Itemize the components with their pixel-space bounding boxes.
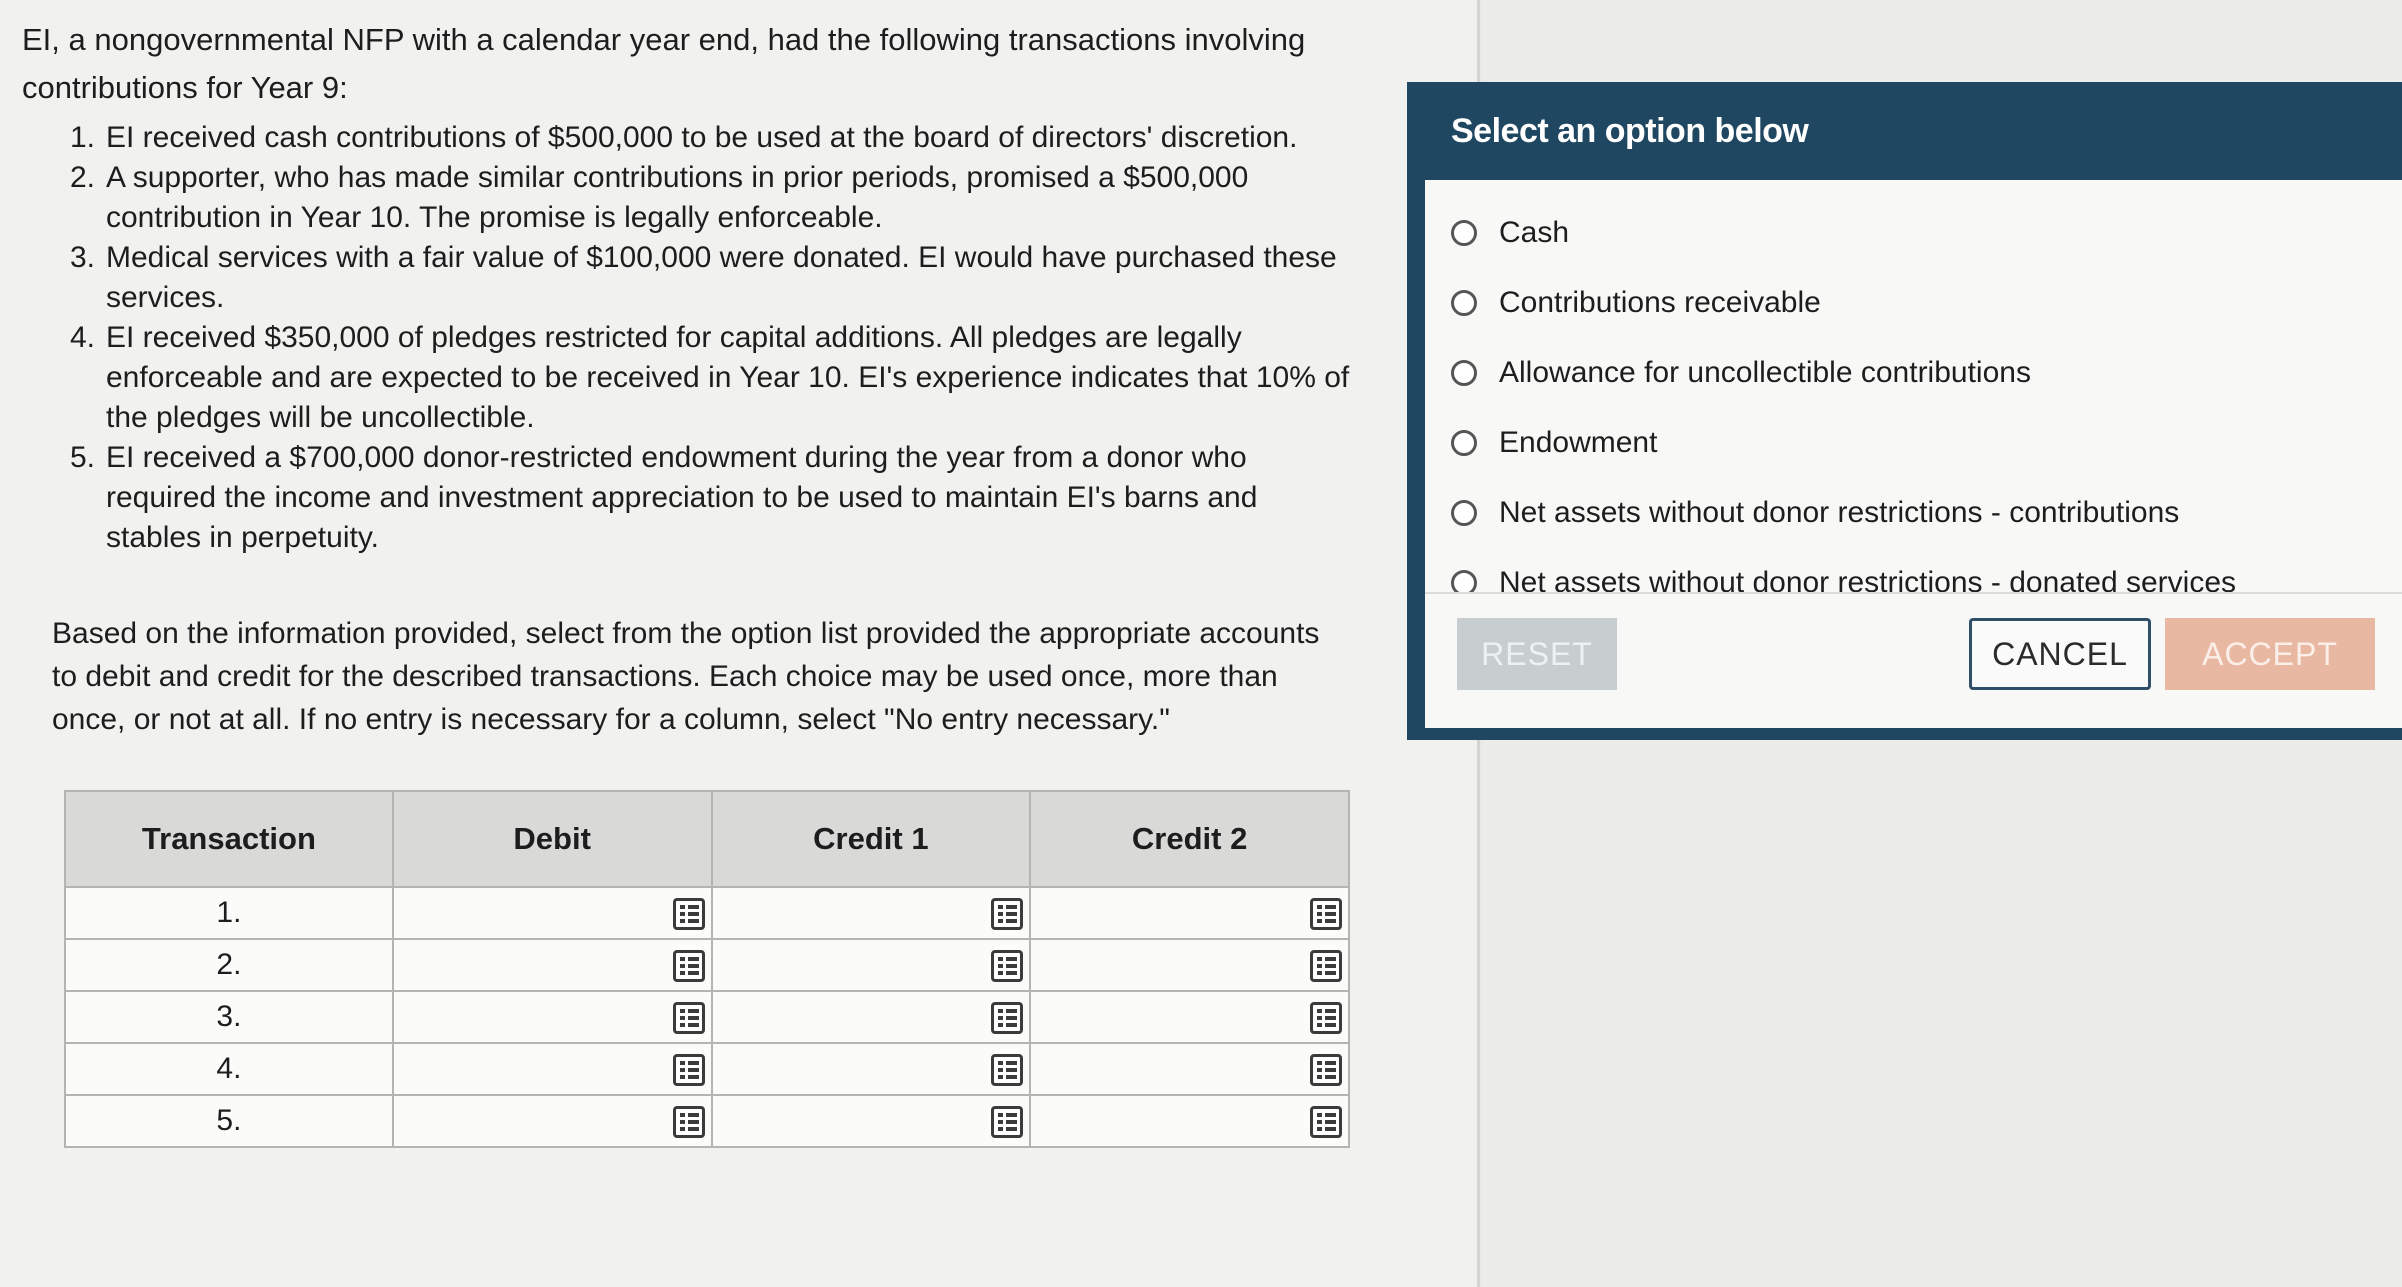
option-list-icon[interactable] [672,1106,705,1138]
list-item: 2. A supporter, who has made similar con… [70,158,1350,238]
option-list-icon[interactable] [1310,1054,1342,1086]
debit-cell[interactable] [391,938,713,992]
transaction-number: 3. [70,241,96,274]
transaction-cell: 3. [64,990,394,1044]
list-item: 4. EI received $350,000 of pledges restr… [70,318,1350,438]
option-list-icon[interactable] [1310,1002,1342,1034]
dialog-footer: RESET CANCEL ACCEPT [1425,592,2402,728]
radio-button[interactable] [1451,220,1477,246]
option-list-icon[interactable] [672,1002,705,1034]
option-endowment[interactable]: Endowment [1451,408,2402,478]
question-pane: EI, a nongovernmental NFP with a calenda… [0,0,1480,1287]
table-row: 5. [64,1094,1350,1148]
credit-1-cell[interactable] [710,990,1032,1044]
transaction-text: EI received a $700,000 donor-restricted … [106,441,1258,554]
option-list-icon[interactable] [991,950,1024,982]
list-item: 3. Medical services with a fair value of… [70,238,1350,318]
column-header-credit-2: Credit 2 [1029,790,1350,888]
credit-1-cell[interactable] [710,886,1032,940]
select-option-dialog: Select an option below Cash Contribution… [1407,82,2402,740]
option-cash[interactable]: Cash [1451,198,2402,268]
option-list-icon[interactable] [1310,950,1342,982]
transaction-number: 4. [70,321,96,354]
option-list-icon[interactable] [672,1054,705,1086]
option-label: Endowment [1499,426,1658,459]
transaction-cell: 4. [64,1042,394,1096]
option-label: Contributions receivable [1499,286,1821,319]
credit-1-cell[interactable] [710,1094,1032,1148]
debit-cell[interactable] [391,1042,713,1096]
option-list-icon[interactable] [991,1054,1024,1086]
credit-2-cell[interactable] [1029,886,1350,940]
dialog-title: Select an option below [1451,111,1809,150]
transaction-number: 5. [70,441,96,474]
option-label: Net assets without donor restrictions - … [1499,496,2180,529]
transaction-number: 1. [70,121,96,154]
reset-button[interactable]: RESET [1457,618,1617,690]
table-header-row: Transaction Debit Credit 1 Credit 2 [64,790,1350,888]
radio-button[interactable] [1451,290,1477,316]
option-list-icon[interactable] [1310,1106,1342,1138]
debit-cell[interactable] [391,990,713,1044]
option-label: Allowance for uncollectible contribution… [1499,356,2031,389]
option-list-icon[interactable] [991,898,1024,930]
option-list-icon[interactable] [672,898,705,930]
credit-1-cell[interactable] [710,938,1032,992]
credit-2-cell[interactable] [1029,1094,1350,1148]
transaction-list: 1. EI received cash contributions of $50… [70,118,1350,558]
debit-cell[interactable] [391,1094,713,1148]
page: EI, a nongovernmental NFP with a calenda… [0,0,2402,1287]
accept-button[interactable]: ACCEPT [2165,618,2375,690]
transaction-cell: 5. [64,1094,394,1148]
transaction-text: Medical services with a fair value of $1… [106,241,1337,314]
transaction-text: EI received cash contributions of $500,0… [106,121,1298,154]
option-contributions-receivable[interactable]: Contributions receivable [1451,268,2402,338]
transaction-number: 2. [70,161,96,194]
table-row: 1. [64,886,1350,940]
table-row: 2. [64,938,1350,992]
credit-2-cell[interactable] [1029,990,1350,1044]
credit-2-cell[interactable] [1029,1042,1350,1096]
list-item: 5. EI received a $700,000 donor-restrict… [70,438,1350,558]
radio-button[interactable] [1451,360,1477,386]
option-list-icon[interactable] [991,1106,1024,1138]
column-header-debit: Debit [391,790,713,888]
column-header-credit-1: Credit 1 [710,790,1032,888]
transaction-cell: 2. [64,938,394,992]
option-list: Cash Contributions receivable Allowance … [1425,180,2402,599]
journal-entry-table: Transaction Debit Credit 1 Credit 2 1. 2… [64,790,1350,1148]
radio-button[interactable] [1451,500,1477,526]
table-row: 4. [64,1042,1350,1096]
column-header-transaction: Transaction [64,790,394,888]
radio-button[interactable] [1451,430,1477,456]
transaction-text: A supporter, who has made similar contri… [106,161,1249,234]
option-list-icon[interactable] [991,1002,1024,1034]
question-instructions: Based on the information provided, selec… [52,617,1320,736]
debit-cell[interactable] [391,886,713,940]
option-list-icon[interactable] [672,950,705,982]
option-list-icon[interactable] [1310,898,1342,930]
option-net-assets-contributions[interactable]: Net assets without donor restrictions - … [1451,478,2402,548]
question-intro: EI, a nongovernmental NFP with a calenda… [22,22,1306,105]
transaction-cell: 1. [64,886,394,940]
credit-1-cell[interactable] [710,1042,1032,1096]
credit-2-cell[interactable] [1029,938,1350,992]
cancel-button[interactable]: CANCEL [1969,618,2151,690]
transaction-text: EI received $350,000 of pledges restrict… [106,321,1350,434]
table-row: 3. [64,990,1350,1044]
option-allowance-uncollectible[interactable]: Allowance for uncollectible contribution… [1451,338,2402,408]
list-item: 1. EI received cash contributions of $50… [70,118,1350,158]
option-label: Cash [1499,216,1570,249]
